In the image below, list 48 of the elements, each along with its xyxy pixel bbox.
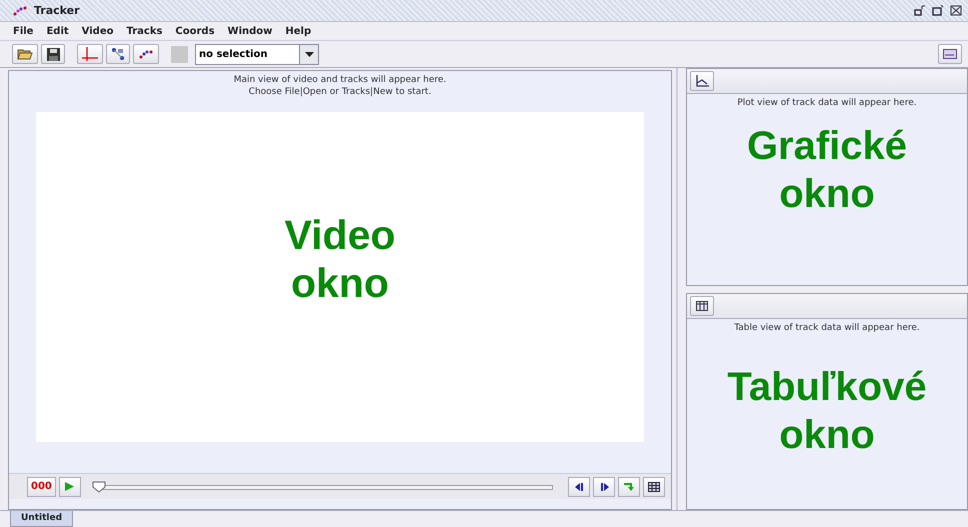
frame-slider[interactable] (92, 480, 553, 494)
selection-dropdown[interactable]: no selection (195, 44, 319, 64)
menu-item[interactable]: Video (74, 26, 120, 36)
step-forward-button[interactable] (593, 476, 615, 496)
table-button[interactable] (690, 296, 714, 316)
calibration-icon (111, 47, 125, 61)
plot-axes-icon (695, 75, 709, 87)
track-points-icon (138, 48, 154, 60)
notes-button[interactable] (938, 44, 962, 64)
table-view-message: Table view of track data will appear here. (734, 322, 920, 332)
axes-icon (82, 47, 98, 61)
step-back-button[interactable] (568, 476, 590, 496)
color-swatch[interactable] (171, 46, 188, 62)
track-button[interactable] (133, 44, 159, 64)
video-view-message: Main view of video and tracks will appear here. Choose File|Open or Tracks|New to start. (234, 74, 446, 98)
save-button[interactable] (41, 44, 65, 64)
open-button[interactable] (12, 44, 38, 64)
settings-button[interactable] (643, 476, 665, 496)
frame-counter[interactable]: 000 (27, 476, 56, 496)
loop-arrow-icon (623, 482, 635, 491)
notes-icon (943, 49, 957, 59)
step-back-icon (574, 482, 584, 490)
slider-thumb[interactable] (92, 480, 106, 492)
table-window-label: Tabuľkové okno (727, 364, 927, 458)
plot-view-message: Plot view of track data will appear here. (737, 98, 917, 108)
menu-item[interactable]: Help (278, 26, 318, 36)
calibration-button[interactable] (106, 44, 130, 64)
plot-button[interactable] (690, 71, 714, 91)
plot-window-label: Grafické okno (746, 123, 908, 218)
window-title: Tracker (34, 4, 80, 17)
minimize-icon[interactable] (914, 5, 926, 16)
folder-icon (17, 48, 33, 60)
table-icon (696, 300, 708, 310)
tab[interactable]: Untitled (10, 511, 74, 527)
menu-item[interactable]: File (6, 26, 40, 36)
menu-item[interactable]: Coords (168, 26, 221, 36)
play-button[interactable] (58, 476, 81, 496)
maximize-icon[interactable] (932, 5, 944, 16)
tracker-logo-icon (12, 4, 28, 16)
axes-button[interactable] (77, 44, 103, 64)
video-window-label: Video okno (284, 211, 396, 307)
menu-item[interactable]: Edit (39, 26, 75, 36)
menu-item[interactable]: Window (220, 26, 278, 36)
step-forward-icon (600, 482, 608, 490)
close-icon[interactable] (950, 5, 962, 16)
play-icon (65, 482, 74, 491)
caret-icon (304, 52, 314, 56)
menu-item[interactable]: Tracks (119, 26, 168, 36)
